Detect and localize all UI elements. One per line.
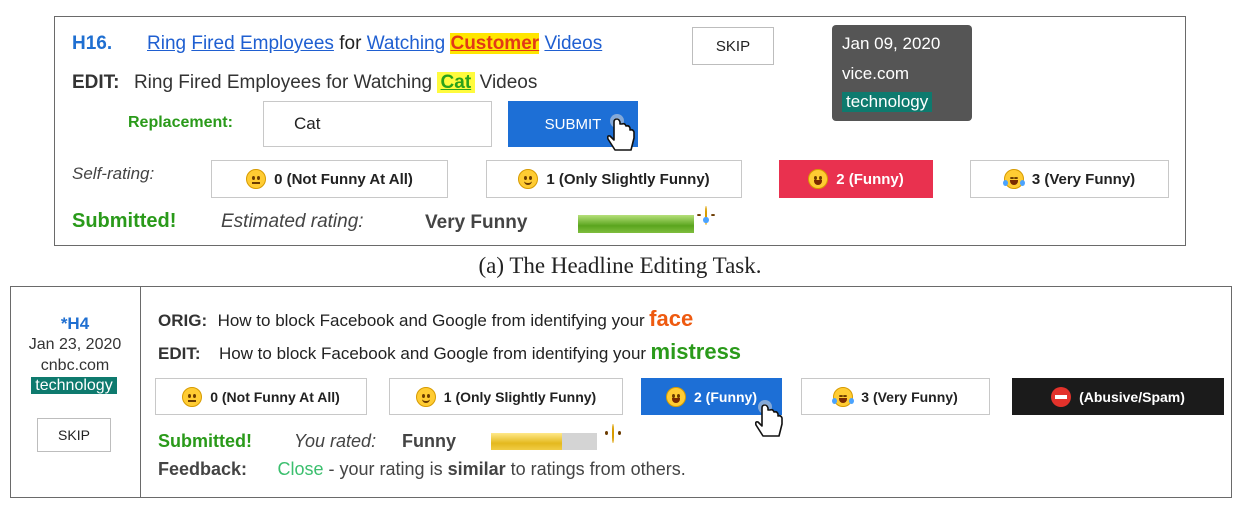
headline-date: Jan 23, 2020 — [28, 336, 122, 353]
replacement-label: Replacement: — [128, 114, 233, 131]
slight-smile-icon — [518, 169, 539, 189]
submitted-status: Submitted! — [158, 431, 252, 451]
rating-button-0[interactable]: 0 (Not Funny At All) — [211, 160, 448, 198]
rating-label: 2 (Funny) — [694, 388, 757, 405]
rating-button-3[interactable]: 3 (Very Funny) — [801, 378, 990, 415]
tears-of-joy-icon — [703, 206, 709, 225]
edit-label: EDIT: — [158, 344, 201, 363]
headline-word-link[interactable]: Videos — [544, 33, 602, 54]
headline-id: *H4 — [60, 314, 90, 333]
skip-button[interactable]: SKIP — [37, 418, 111, 452]
abusive-spam-button[interactable]: (Abusive/Spam) — [1012, 378, 1224, 415]
rating-label: 3 (Very Funny) — [1031, 170, 1136, 188]
rating-label: 0 (Not Funny At All) — [274, 170, 413, 188]
headline-word-link[interactable]: Ring — [147, 33, 186, 54]
headline-word-link[interactable]: Watching — [367, 33, 446, 54]
panel-divider — [140, 286, 141, 498]
edit-label: EDIT: — [72, 72, 120, 93]
headline-source: cnbc.com — [40, 357, 110, 374]
tooltip-source: vice.com — [842, 64, 910, 83]
headline-id: H16. — [72, 33, 113, 54]
rating-label: 1 (Only Slightly Funny) — [443, 388, 597, 405]
estimated-rating-bar-fill — [578, 215, 694, 233]
rating-label: 0 (Not Funny At All) — [210, 388, 340, 405]
rating-label: (Abusive/Spam) — [1079, 388, 1185, 405]
edit-text: How to block Facebook and Google from id… — [218, 344, 647, 363]
feedback-similar: similar — [447, 459, 506, 479]
feedback-close: Close — [277, 459, 324, 479]
edit-replacement-word: Cat — [436, 72, 476, 93]
rating-button-0[interactable]: 0 (Not Funny At All) — [155, 378, 367, 415]
rating-label: 3 (Very Funny) — [861, 388, 958, 405]
edit-text-before: Ring Fired Employees for Watching — [133, 72, 433, 93]
headline-word: for — [339, 33, 362, 54]
hand-cursor-icon — [606, 114, 635, 151]
feedback-mid: - your rating is — [323, 459, 448, 479]
replacement-input[interactable]: Cat — [263, 101, 492, 147]
orig-text: How to block Facebook and Google from id… — [217, 311, 645, 330]
submitted-status: Submitted! — [72, 210, 177, 232]
rating-button-3[interactable]: 3 (Very Funny) — [970, 160, 1169, 198]
headline-category: technology — [31, 377, 117, 394]
rating-label: 1 (Only Slightly Funny) — [546, 170, 710, 188]
headline-info-tooltip: Jan 09, 2020 vice.com technology — [832, 25, 972, 121]
orig-word: face — [649, 306, 694, 331]
you-rated-value: Funny — [402, 431, 456, 451]
edit-word: mistress — [650, 339, 742, 364]
estimated-rating-label: Estimated rating: — [221, 211, 364, 232]
headline-word-link[interactable]: Employees — [240, 33, 334, 54]
original-headline: ORIG: How to block Facebook and Google f… — [158, 306, 693, 332]
grinning-face-icon — [666, 386, 686, 407]
original-headline: Ring Fired Employees for Watching Custom… — [147, 33, 602, 55]
edited-headline: EDIT: Ring Fired Employees for Watching … — [72, 72, 537, 94]
headline-word-link[interactable]: Fired — [191, 33, 234, 54]
rated-bar — [491, 433, 597, 450]
tooltip-category: technology — [842, 92, 933, 112]
rated-bar-fill — [491, 433, 563, 450]
caption-a: (a) The Headline Editing Task. — [478, 253, 762, 278]
you-rated-label: You rated: — [294, 431, 377, 451]
tears-of-joy-icon — [1002, 169, 1025, 189]
edit-text-after: Videos — [479, 72, 538, 93]
orig-label: ORIG: — [158, 311, 208, 330]
skip-button[interactable]: SKIP — [692, 27, 774, 65]
feedback-row: Feedback: Close - your rating is similar… — [158, 459, 686, 480]
feedback-end: to ratings from others. — [505, 459, 686, 479]
neutral-face-icon — [246, 169, 267, 189]
rating-button-1[interactable]: 1 (Only Slightly Funny) — [486, 160, 742, 198]
feedback-text: Close - your rating is similar to rating… — [278, 459, 686, 479]
grinning-face-icon — [612, 424, 614, 443]
tooltip-date: Jan 09, 2020 — [842, 34, 941, 53]
estimated-rating-value: Very Funny — [425, 212, 528, 233]
self-rating-label: Self-rating: — [72, 164, 155, 183]
category-wrap: technology — [18, 377, 130, 395]
tears-of-joy-icon — [832, 386, 855, 407]
hand-cursor-icon — [754, 400, 783, 437]
rating-button-2-selected[interactable]: 2 (Funny) — [779, 160, 933, 198]
selected-headline-word[interactable]: Customer — [450, 33, 540, 54]
rating-label: 2 (Funny) — [836, 170, 904, 188]
slight-smile-icon — [415, 386, 436, 407]
feedback-label: Feedback: — [158, 459, 248, 479]
rating-button-1[interactable]: 1 (Only Slightly Funny) — [389, 378, 623, 415]
estimated-rating-bar — [578, 215, 694, 233]
grinning-face-icon — [808, 169, 829, 189]
edited-headline: EDIT: How to block Facebook and Google f… — [158, 339, 741, 365]
no-entry-icon — [1051, 386, 1072, 407]
neutral-face-icon — [182, 386, 203, 407]
